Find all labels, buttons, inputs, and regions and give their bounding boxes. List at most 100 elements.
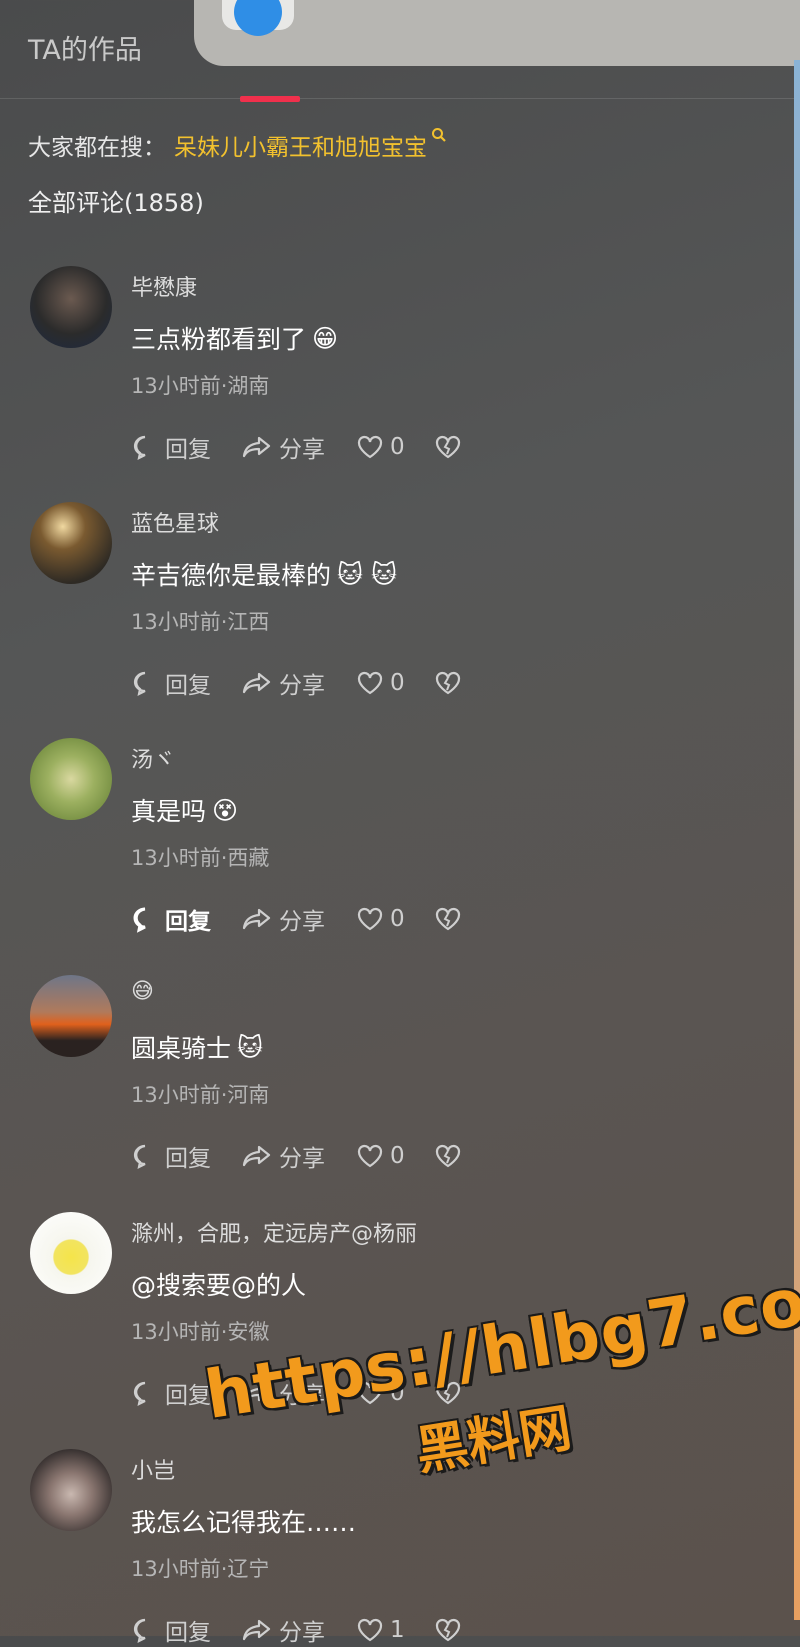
reply-button[interactable]: 回复: [131, 1139, 241, 1173]
app-icon[interactable]: [222, 0, 294, 36]
tab-ta-works[interactable]: TA的作品: [28, 28, 142, 67]
share-button[interactable]: 分享: [241, 1613, 356, 1647]
comment-emoji: 🐱 🐱: [337, 559, 398, 589]
reply-button[interactable]: 回复: [131, 666, 241, 700]
floating-notification-panel[interactable]: [194, 0, 800, 66]
share-label: 分享: [279, 437, 325, 463]
share-label: 分享: [279, 673, 325, 699]
like-button[interactable]: 0: [356, 670, 434, 696]
share-arrow-icon: [242, 1619, 271, 1641]
share-button[interactable]: 分享: [241, 666, 356, 700]
dislike-button[interactable]: [434, 1143, 462, 1169]
avatar[interactable]: [30, 1449, 112, 1531]
trending-search-term[interactable]: 呆妹儿小霸王和旭旭宝宝: [174, 128, 427, 162]
share-button[interactable]: 分享: [241, 1139, 356, 1173]
like-button[interactable]: 0: [356, 906, 434, 932]
heart-icon: [357, 435, 383, 459]
dislike-button[interactable]: [434, 906, 462, 932]
watermark-overlay: https://hlbg7.com 黑料网: [200, 1252, 800, 1500]
avatar[interactable]: [30, 738, 112, 820]
like-count: 0: [390, 906, 405, 932]
comment-author[interactable]: 😅: [131, 979, 154, 1004]
like-button[interactable]: 0: [356, 1143, 434, 1169]
search-icon: [431, 123, 447, 149]
dislike-button[interactable]: [434, 670, 462, 696]
reply-label: 回复: [165, 437, 211, 463]
share-label: 分享: [279, 1146, 325, 1172]
comment-emoji: 🐱: [237, 1032, 264, 1062]
avatar[interactable]: [30, 1212, 112, 1294]
share-label: 分享: [279, 909, 325, 935]
broken-heart-icon: [435, 435, 461, 459]
comment-count: 全部评论(1858): [28, 189, 204, 217]
trending-search-label: 大家都在搜：: [28, 135, 166, 161]
comment-author[interactable]: 汤ヾ: [131, 742, 175, 774]
comment-body: 三点粉都看到了: [131, 325, 307, 354]
comment-meta: 13小时前·湖南: [131, 374, 270, 398]
broken-heart-icon: [435, 907, 461, 931]
share-arrow-icon: [242, 672, 271, 694]
like-count: 0: [390, 434, 405, 460]
share-button[interactable]: 分享: [241, 902, 356, 936]
comment-actions: 回复 分享 1: [131, 1613, 462, 1647]
avatar[interactable]: [30, 502, 112, 584]
comment-body: 圆桌骑士: [131, 1034, 232, 1063]
comment-text: 我怎么记得我在……: [131, 1503, 356, 1539]
comment-body: @搜索要@的人: [131, 1271, 307, 1300]
comment-author[interactable]: 滁州，合肥，定远房产@杨丽: [131, 1216, 417, 1248]
like-count: 0: [390, 670, 405, 696]
like-count: 0: [390, 1143, 405, 1169]
comment-author[interactable]: 毕懋康: [131, 270, 197, 302]
comment-text: @搜索要@的人: [131, 1266, 306, 1302]
avatar[interactable]: [30, 266, 112, 348]
avatar[interactable]: [30, 975, 112, 1057]
reply-bubble-icon: [133, 671, 146, 696]
comment-actions: 回复 分享 0: [131, 430, 462, 464]
share-arrow-icon: [242, 908, 271, 930]
like-button[interactable]: 0: [356, 434, 434, 460]
trending-search-row[interactable]: 大家都在搜： 呆妹儿小霸王和旭旭宝宝: [28, 128, 447, 162]
reply-button[interactable]: 回复: [131, 430, 241, 464]
comment-author[interactable]: 蓝色星球: [131, 506, 219, 538]
comment-meta: 13小时前·江西: [131, 610, 270, 634]
broken-heart-icon: [435, 1618, 461, 1642]
comment-actions: 回复 分享 0: [131, 666, 462, 700]
comment-author[interactable]: 小岂: [131, 1453, 175, 1485]
reply-label: 回复: [165, 673, 211, 699]
share-label: 分享: [279, 1620, 325, 1646]
comment-actions: 回复 分享 0: [131, 1139, 462, 1173]
comment-meta: 13小时前·河南: [131, 1083, 270, 1107]
like-count: 1: [390, 1617, 405, 1643]
comment-meta: 13小时前·西藏: [131, 846, 270, 870]
reply-button[interactable]: 回复: [131, 1613, 241, 1647]
comment-emoji: 😁: [312, 323, 339, 353]
comment-actions: 回复 分享 0: [131, 902, 462, 936]
comment-text: 辛吉德你是最棒的 🐱 🐱: [131, 556, 397, 592]
broken-heart-icon: [435, 671, 461, 695]
share-arrow-icon: [242, 436, 271, 458]
reply-bubble-icon: [133, 1144, 146, 1169]
reply-button[interactable]: 回复: [131, 902, 241, 936]
active-tab-indicator: [240, 96, 300, 102]
heart-icon: [357, 1618, 383, 1642]
comment-meta: 13小时前·辽宁: [131, 1557, 270, 1581]
heart-icon: [357, 1144, 383, 1168]
heart-icon: [357, 671, 383, 695]
reply-label: 回复: [165, 1146, 211, 1172]
dislike-button[interactable]: [434, 1617, 462, 1643]
comment-body: 辛吉德你是最棒的: [131, 561, 332, 590]
reply-bubble-icon: [133, 1381, 146, 1406]
share-button[interactable]: 分享: [241, 430, 356, 464]
screen-edge-strip: [794, 60, 800, 1620]
reply-label: 回复: [165, 909, 211, 935]
comment-text: 圆桌骑士 🐱: [131, 1029, 263, 1065]
heart-icon: [357, 907, 383, 931]
comment-body: 真是吗: [131, 797, 207, 826]
reply-label: 回复: [165, 1620, 211, 1646]
reply-bubble-icon: [133, 1618, 146, 1643]
dislike-button[interactable]: [434, 434, 462, 460]
broken-heart-icon: [435, 1144, 461, 1168]
comment-body: 我怎么记得我在……: [131, 1508, 357, 1537]
like-button[interactable]: 1: [356, 1617, 434, 1643]
comment-text: 三点粉都看到了 😁: [131, 320, 338, 356]
